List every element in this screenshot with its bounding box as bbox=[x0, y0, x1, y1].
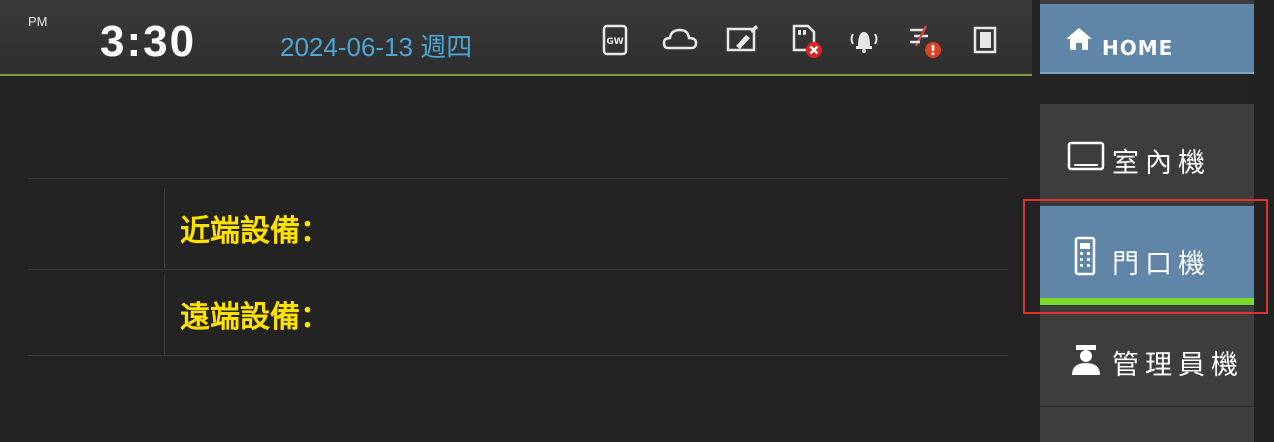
sd-card-error-icon bbox=[786, 20, 826, 60]
divider bbox=[28, 269, 1008, 270]
status-bar: PM 3:30 2024-06-13 週四 GW bbox=[0, 0, 1032, 76]
guard-icon bbox=[1072, 345, 1100, 375]
divider bbox=[164, 274, 165, 356]
device-panel: 近端設備： 遠端設備： bbox=[0, 78, 1032, 442]
near-device-label: 近端設備： bbox=[180, 214, 330, 249]
divider bbox=[28, 178, 1008, 179]
date-display: 2024-06-13 週四 bbox=[280, 32, 473, 62]
network-error-icon bbox=[904, 20, 944, 60]
nav-item-label: 室內機 bbox=[1112, 148, 1211, 179]
active-indicator bbox=[1040, 298, 1254, 305]
door-icon bbox=[966, 20, 1006, 60]
alarm-bell-icon bbox=[844, 20, 884, 60]
gateway-icon: GW bbox=[596, 20, 636, 60]
nav-item-guard-station[interactable]: 管理員機 bbox=[1040, 307, 1254, 407]
home-icon bbox=[1066, 28, 1092, 50]
nav-item-label: 管理員機 bbox=[1112, 350, 1244, 381]
nav-spacer bbox=[1040, 74, 1254, 104]
clock-time: 3:30 bbox=[100, 17, 197, 66]
ampm-indicator: PM bbox=[28, 14, 48, 29]
home-button[interactable]: HOME bbox=[1040, 4, 1254, 74]
gateway-text: GW bbox=[606, 37, 623, 47]
nav-item-indoor-monitor[interactable]: 室內機 bbox=[1040, 105, 1254, 205]
remote-device-label: 遠端設備： bbox=[180, 300, 330, 335]
screen-clean-icon bbox=[722, 20, 762, 60]
side-nav: HOME 室內機 門口機 管理員機 bbox=[1040, 0, 1254, 442]
divider bbox=[28, 355, 1008, 356]
cloud-icon bbox=[660, 20, 700, 60]
nav-item-label: 門口機 bbox=[1112, 249, 1211, 280]
divider bbox=[164, 188, 165, 268]
indoor-monitor-icon bbox=[1067, 141, 1105, 171]
home-label: HOME bbox=[1102, 36, 1174, 60]
nav-item-door-station[interactable]: 門口機 bbox=[1040, 206, 1254, 306]
nav-edge bbox=[1254, 0, 1274, 442]
door-station-icon bbox=[1074, 236, 1096, 276]
